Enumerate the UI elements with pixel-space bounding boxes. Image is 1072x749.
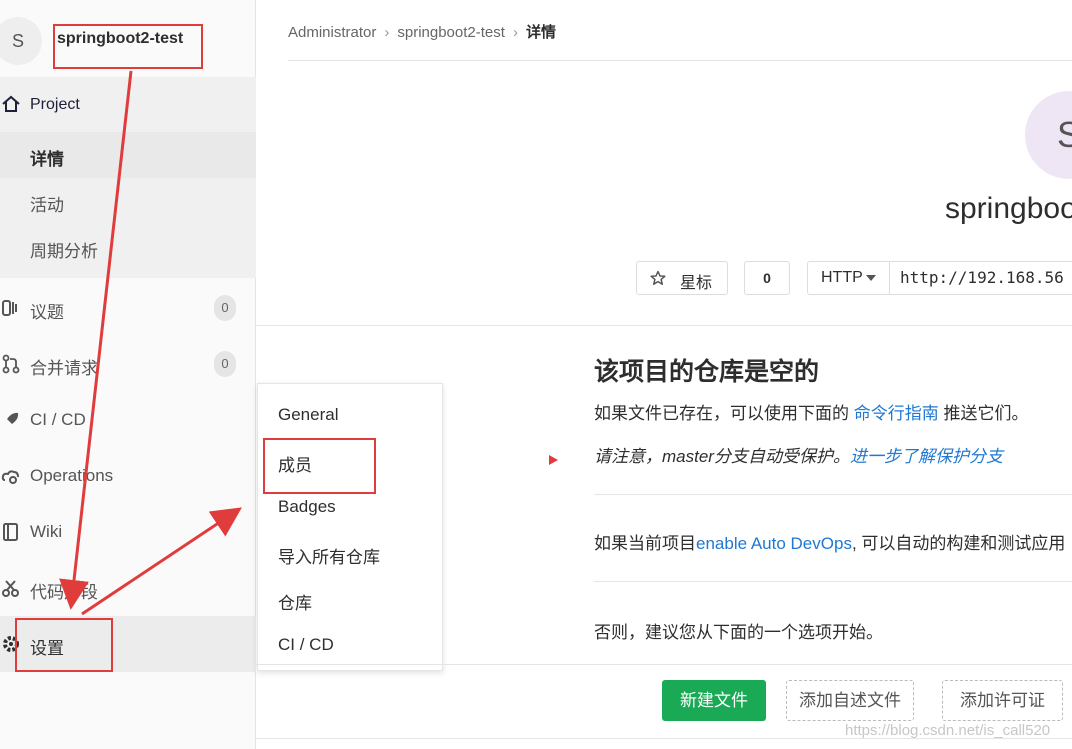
play-triangle-icon: [549, 455, 558, 465]
clone-url-input[interactable]: http://192.168.56: [889, 261, 1072, 295]
sidebar-item-ci-cd-label: CI / CD: [30, 410, 86, 429]
project-avatar: S: [0, 17, 42, 65]
sidebar-subitem-details[interactable]: 详情: [0, 132, 256, 178]
breadcrumb-item-project[interactable]: springboot2-test: [397, 24, 505, 41]
project-title: springboo: [945, 192, 1072, 225]
watermark: https://blog.csdn.net/is_call520: [845, 722, 1051, 739]
push-instructions-prefix: 如果文件已存在，可以使用下面的: [594, 404, 854, 423]
sidebar-item-wiki[interactable]: Wiki: [0, 504, 256, 560]
star-button[interactable]: 星标: [636, 261, 728, 295]
star-icon: [650, 270, 666, 285]
add-readme-button[interactable]: 添加自述文件: [786, 680, 914, 721]
sidebar-item-snippets[interactable]: 代码片段: [0, 560, 256, 616]
clone-protocol-dropdown[interactable]: HTTP: [807, 261, 890, 295]
star-count[interactable]: 0: [744, 261, 790, 295]
annotation-box-project-name: [53, 24, 203, 69]
auto-devops-text: 如果当前项目enable Auto DevOps, 可以自动的构建和测试应用: [594, 529, 1065, 554]
sidebar-item-ci-cd[interactable]: CI / CD: [0, 392, 256, 448]
sidebar-subitem-cycle-analytics[interactable]: 周期分析: [0, 224, 256, 278]
book-icon: [3, 523, 18, 541]
scissors-icon: [2, 580, 19, 597]
breadcrumb: Administrator › springboot2-test › 详情: [288, 21, 556, 42]
home-icon: [2, 95, 20, 112]
merge-requests-count-badge: 0: [214, 351, 236, 377]
auto-devops-suffix: , 可以自动的构建和测试应用: [851, 534, 1066, 553]
sidebar-item-snippets-label: 代码片段: [30, 583, 98, 602]
sidebar-item-merge-requests-label: 合并请求: [30, 359, 98, 378]
breadcrumb-item-namespace[interactable]: Administrator: [288, 24, 376, 41]
protected-branch-note-prefix: 请注意，master分支自动受保护。: [594, 447, 850, 466]
clone-protocol-label: HTTP: [821, 269, 863, 286]
sidebar-item-wiki-label: Wiki: [30, 522, 63, 541]
protected-branch-link[interactable]: 进一步了解保护分支: [850, 447, 1003, 466]
issues-count-badge: 0: [214, 295, 236, 321]
add-license-button[interactable]: 添加许可证: [942, 680, 1063, 721]
auto-devops-prefix: 如果当前项目: [594, 534, 696, 553]
section-divider: [594, 494, 1072, 495]
sidebar-item-project-label: Project: [30, 96, 80, 113]
sidebar-subitem-details-label: 详情: [30, 150, 64, 169]
settings-menu-general[interactable]: General: [278, 405, 338, 425]
breadcrumb-separator: ›: [384, 24, 390, 41]
sidebar-item-merge-requests[interactable]: 合并请求 0: [0, 336, 256, 392]
breadcrumb-separator: ›: [512, 24, 518, 41]
empty-repo-title: 该项目的仓库是空的: [594, 358, 820, 386]
annotation-box-members: [263, 438, 376, 494]
command-line-guide-link[interactable]: 命令行指南: [854, 404, 939, 423]
merge-request-icon: [2, 354, 20, 374]
enable-auto-devops-link[interactable]: enable Auto DevOps: [696, 534, 852, 553]
settings-menu-ci-cd[interactable]: CI / CD: [278, 635, 334, 655]
breadcrumb-divider: [288, 60, 1072, 61]
settings-menu-badges[interactable]: Badges: [278, 497, 336, 517]
chevron-down-icon: [866, 275, 876, 281]
settings-flyout-menu: General 成员 Badges 导入所有仓库 仓库 CI / CD: [257, 383, 443, 671]
rocket-icon: [5, 412, 19, 426]
sidebar-item-operations-label: Operations: [30, 466, 114, 485]
push-instructions-text: 如果文件已存在，可以使用下面的 命令行指南 推送它们。: [594, 399, 1028, 424]
header-divider: [256, 325, 1072, 326]
sidebar-subitem-activity[interactable]: 活动: [0, 178, 256, 224]
sidebar-item-operations[interactable]: Operations: [0, 448, 256, 504]
actions-divider: [256, 664, 1072, 665]
sidebar-item-issues[interactable]: 议题 0: [0, 280, 256, 336]
sidebar-subitem-activity-label: 活动: [30, 196, 64, 215]
settings-menu-import[interactable]: 导入所有仓库: [278, 543, 380, 568]
sidebar-item-project[interactable]: Project: [0, 77, 256, 132]
sidebar-item-issues-label: 议题: [30, 303, 64, 322]
sidebar-subitem-cycle-analytics-label: 周期分析: [30, 242, 98, 261]
page: S springboot2-test Project 详情 活动 周期分析 议题…: [0, 0, 1072, 749]
suggestion-text: 否则，建议您从下面的一个选项开始。: [594, 623, 883, 642]
breadcrumb-item-current[interactable]: 详情: [526, 24, 556, 41]
issues-icon: [2, 300, 17, 316]
protected-branch-note: 请注意，master分支自动受保护。进一步了解保护分支: [594, 442, 1003, 467]
new-file-button[interactable]: 新建文件: [662, 680, 766, 721]
project-avatar-large: S: [1025, 91, 1072, 179]
annotation-box-settings: [15, 618, 113, 672]
section-divider: [594, 581, 1072, 582]
star-button-label: 星标: [680, 275, 713, 292]
cloud-gear-icon: [1, 470, 19, 484]
push-instructions-suffix: 推送它们。: [938, 404, 1029, 423]
settings-menu-repository[interactable]: 仓库: [278, 589, 312, 614]
